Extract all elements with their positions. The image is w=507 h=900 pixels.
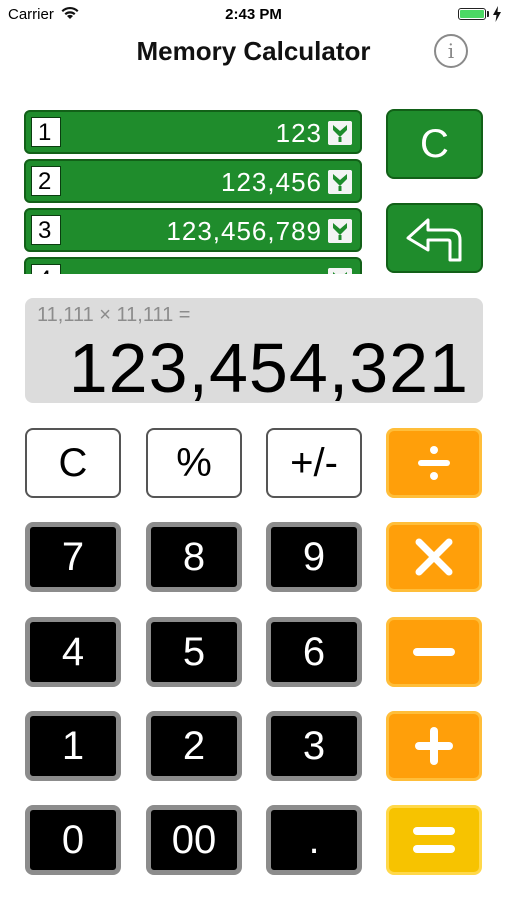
clock: 2:43 PM	[225, 6, 282, 23]
digit-6-button[interactable]: 6	[266, 617, 362, 687]
result-value: 123,454,321	[68, 329, 469, 407]
info-icon[interactable]: i	[434, 34, 468, 68]
plus-minus-button[interactable]: +/-	[266, 428, 362, 498]
decimal-button[interactable]: .	[266, 805, 362, 875]
memory-row[interactable]: 1 123	[24, 110, 362, 154]
digit-7-button[interactable]: 7	[25, 522, 121, 592]
expression-line: 11,111 × 11,111 =	[37, 304, 191, 326]
memory-clear-button[interactable]: C	[386, 109, 483, 179]
undo-arrow-icon	[406, 218, 462, 262]
memory-value: 123	[275, 118, 322, 148]
minus-button[interactable]	[386, 617, 482, 687]
digit-1-button[interactable]: 1	[25, 711, 121, 781]
digit-2-button[interactable]: 2	[146, 711, 242, 781]
divide-icon	[418, 446, 450, 480]
digit-4-button[interactable]: 4	[25, 617, 121, 687]
recall-arrow-icon[interactable]	[328, 268, 352, 274]
recall-arrow-icon[interactable]	[328, 219, 352, 243]
digit-8-button[interactable]: 8	[146, 522, 242, 592]
digit-5-button[interactable]: 5	[146, 617, 242, 687]
digit-3-button[interactable]: 3	[266, 711, 362, 781]
charging-bolt-icon	[493, 6, 501, 22]
digit-0-button[interactable]: 0	[25, 805, 121, 875]
recall-arrow-icon[interactable]	[328, 121, 352, 145]
minus-icon	[413, 648, 455, 656]
multiply-icon	[415, 538, 453, 576]
memory-value: 123,456,789	[166, 216, 322, 246]
equals-button[interactable]	[386, 805, 482, 875]
calculator-display: 11,111 × 11,111 = 123,454,321	[25, 298, 483, 407]
divide-button[interactable]	[386, 428, 482, 498]
battery-tip	[487, 11, 489, 17]
undo-button[interactable]	[386, 203, 483, 273]
memory-row[interactable]: 2 123,456	[24, 159, 362, 203]
memory-row[interactable]: 4	[24, 257, 362, 274]
digit-9-button[interactable]: 9	[266, 522, 362, 592]
memory-index: 1	[31, 117, 61, 147]
plus-icon	[415, 727, 453, 765]
status-bar: Carrier 2:43 PM	[0, 0, 507, 28]
plus-button[interactable]	[386, 711, 482, 781]
memory-row[interactable]: 3 123,456,789	[24, 208, 362, 252]
clear-button[interactable]: C	[25, 428, 121, 498]
memory-index: 3	[31, 215, 61, 245]
memory-list[interactable]: 1 123 2 123,456 3 123,456,789 4	[24, 108, 362, 274]
double-zero-button[interactable]: 00	[146, 805, 242, 875]
equals-icon	[413, 827, 455, 853]
memory-value: 123,456	[221, 167, 322, 197]
page-title: Memory Calculator	[136, 36, 371, 66]
recall-arrow-icon[interactable]	[328, 170, 352, 194]
battery-icon	[458, 8, 486, 20]
multiply-button[interactable]	[386, 522, 482, 592]
memory-index: 4	[31, 264, 61, 274]
memory-index: 2	[31, 166, 61, 196]
percent-button[interactable]: %	[146, 428, 242, 498]
